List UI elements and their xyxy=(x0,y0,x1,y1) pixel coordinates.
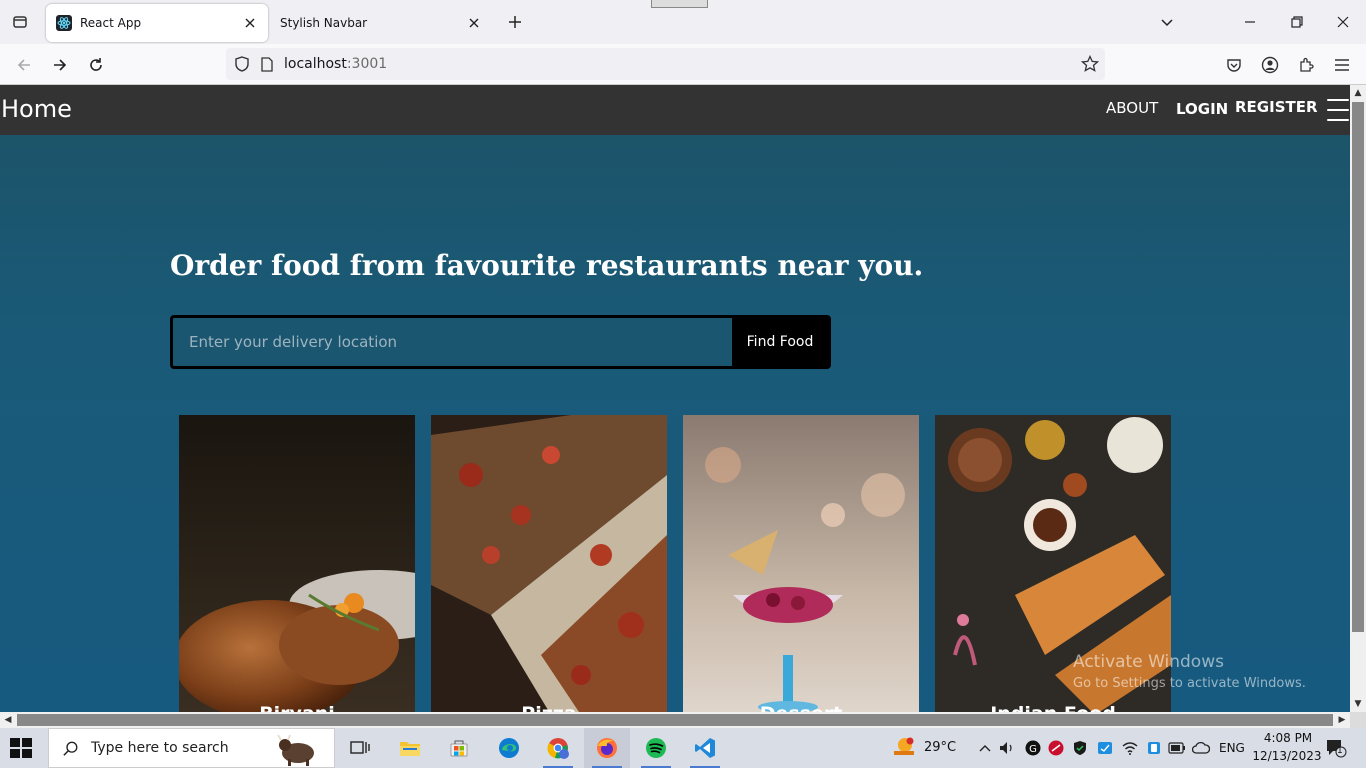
forward-arrow-icon[interactable] xyxy=(47,52,73,78)
nav-link-about[interactable]: ABOUT xyxy=(1106,99,1158,117)
edge-icon[interactable] xyxy=(486,728,532,768)
category-title: Biryani xyxy=(179,703,415,712)
category-title: Dessert xyxy=(683,703,919,712)
nav-link-login[interactable]: LOGIN xyxy=(1176,100,1228,118)
clock-time[interactable]: 4:08 PM xyxy=(1259,731,1317,745)
nav-link-register[interactable]: REGISTER xyxy=(1235,98,1318,116)
close-tab-icon[interactable] xyxy=(238,11,262,35)
category-card-biryani[interactable]: Biryani xyxy=(179,415,415,712)
pizza-image xyxy=(431,415,667,712)
category-title: Pizza xyxy=(431,703,667,712)
bookmark-star-icon[interactable] xyxy=(1081,55,1099,73)
search-icon xyxy=(63,740,79,756)
browser-navigation-bar: localhost:3001 xyxy=(0,44,1366,85)
brand-home-link[interactable]: Home xyxy=(1,95,72,123)
biryani-image xyxy=(179,415,415,712)
vertical-scrollbar[interactable]: ▲ ▼ xyxy=(1350,85,1366,712)
account-icon[interactable] xyxy=(1257,52,1283,78)
app-navbar: Home ABOUT LOGIN REGISTER xyxy=(0,85,1350,135)
hamburger-menu-icon[interactable] xyxy=(1327,99,1349,121)
taskbar-search-placeholder: Type here to search xyxy=(91,740,229,756)
reload-icon[interactable] xyxy=(83,52,109,78)
category-title: Indian Food xyxy=(935,703,1171,712)
weather-temperature[interactable]: 29°C xyxy=(924,740,956,755)
tab-stylish-navbar[interactable]: Stylish Navbar xyxy=(270,4,492,42)
show-hidden-icons-chevron-icon[interactable] xyxy=(976,739,994,757)
category-card-dessert[interactable]: Dessert xyxy=(683,415,919,712)
watermark-line-1: Activate Windows xyxy=(1073,652,1224,672)
location-search-form: Find Food xyxy=(170,315,831,369)
back-arrow-icon[interactable] xyxy=(11,52,37,78)
window-drag-handle[interactable] xyxy=(651,0,708,8)
category-card-pizza[interactable]: Pizza xyxy=(431,415,667,712)
minimize-icon[interactable] xyxy=(1236,8,1264,36)
horizontal-scroll-thumb[interactable] xyxy=(17,714,1333,726)
chrome-icon[interactable] xyxy=(535,728,581,768)
scroll-left-arrow-icon[interactable]: ◀ xyxy=(0,712,16,728)
restore-icon[interactable] xyxy=(1283,8,1311,36)
antivirus-icon[interactable] xyxy=(1047,739,1065,757)
task-view-icon[interactable] xyxy=(337,728,383,768)
spotify-icon[interactable] xyxy=(633,728,679,768)
weather-sun-icon[interactable] xyxy=(893,736,915,758)
file-explorer-icon[interactable] xyxy=(387,728,433,768)
wifi-icon[interactable] xyxy=(1121,739,1139,757)
new-tab-icon[interactable] xyxy=(503,10,527,34)
page-info-icon[interactable] xyxy=(260,56,274,72)
vertical-scroll-thumb[interactable] xyxy=(1352,102,1364,632)
dessert-image xyxy=(683,415,919,712)
scrollbar-corner xyxy=(1350,712,1366,728)
microsoft-store-icon[interactable] xyxy=(436,728,482,768)
clock-date[interactable]: 12/13/2023 xyxy=(1251,749,1323,763)
speaker-icon[interactable] xyxy=(998,739,1016,757)
battery-icon[interactable] xyxy=(1168,739,1186,757)
notification-count: 1 xyxy=(1337,746,1343,756)
watermark-line-2: Go to Settings to activate Windows. xyxy=(1073,676,1306,691)
windows-taskbar: Type here to search 29°C G ENG 4:08 PM 1… xyxy=(0,728,1366,768)
security-shield-icon[interactable] xyxy=(1071,739,1089,757)
scroll-right-arrow-icon[interactable]: ▶ xyxy=(1334,712,1350,728)
phone-link-icon[interactable] xyxy=(1145,739,1163,757)
hero-title: Order food from favourite restaurants ne… xyxy=(170,249,924,282)
activate-windows-watermark: Activate Windows Go to Settings to activ… xyxy=(1073,652,1306,691)
grammarly-icon[interactable]: G xyxy=(1024,739,1042,757)
windows-start-icon[interactable] xyxy=(10,738,34,758)
page-viewport: Home ABOUT LOGIN REGISTER Order food fro… xyxy=(0,85,1350,712)
close-tab-icon[interactable] xyxy=(462,11,486,35)
cloud-sync-icon[interactable] xyxy=(1096,739,1114,757)
notification-center-icon[interactable]: 1 xyxy=(1324,738,1348,758)
firefox-icon[interactable] xyxy=(584,728,630,768)
tab-label: Stylish Navbar xyxy=(280,16,368,30)
search-highlight-yak-icon xyxy=(276,731,320,767)
language-indicator[interactable]: ENG xyxy=(1219,741,1245,755)
tab-react-app[interactable]: React App xyxy=(46,4,268,42)
list-all-tabs-chevron-icon[interactable] xyxy=(1153,8,1181,36)
scroll-down-arrow-icon[interactable]: ▼ xyxy=(1350,696,1366,712)
pocket-icon[interactable] xyxy=(1221,52,1247,78)
tab-list-icon[interactable] xyxy=(8,10,32,34)
address-bar[interactable]: localhost:3001 xyxy=(226,48,1105,80)
scroll-up-arrow-icon[interactable]: ▲ xyxy=(1350,85,1366,101)
shield-icon[interactable] xyxy=(234,56,250,72)
react-logo-icon xyxy=(56,15,72,31)
onedrive-cloud-icon[interactable] xyxy=(1192,739,1210,757)
tab-label: React App xyxy=(80,16,142,30)
url-text: localhost:3001 xyxy=(284,56,388,72)
taskbar-search-box[interactable]: Type here to search xyxy=(48,728,335,768)
svg-text:G: G xyxy=(1029,744,1037,755)
close-window-icon[interactable] xyxy=(1329,8,1357,36)
extensions-icon[interactable] xyxy=(1293,52,1319,78)
delivery-location-input[interactable] xyxy=(173,318,732,366)
browser-tab-strip: React App Stylish Navbar xyxy=(0,0,1366,44)
find-food-button[interactable]: Find Food xyxy=(732,318,828,366)
menu-icon[interactable] xyxy=(1329,52,1355,78)
horizontal-scrollbar[interactable]: ◀ ▶ xyxy=(0,712,1350,728)
vscode-icon[interactable] xyxy=(682,728,728,768)
